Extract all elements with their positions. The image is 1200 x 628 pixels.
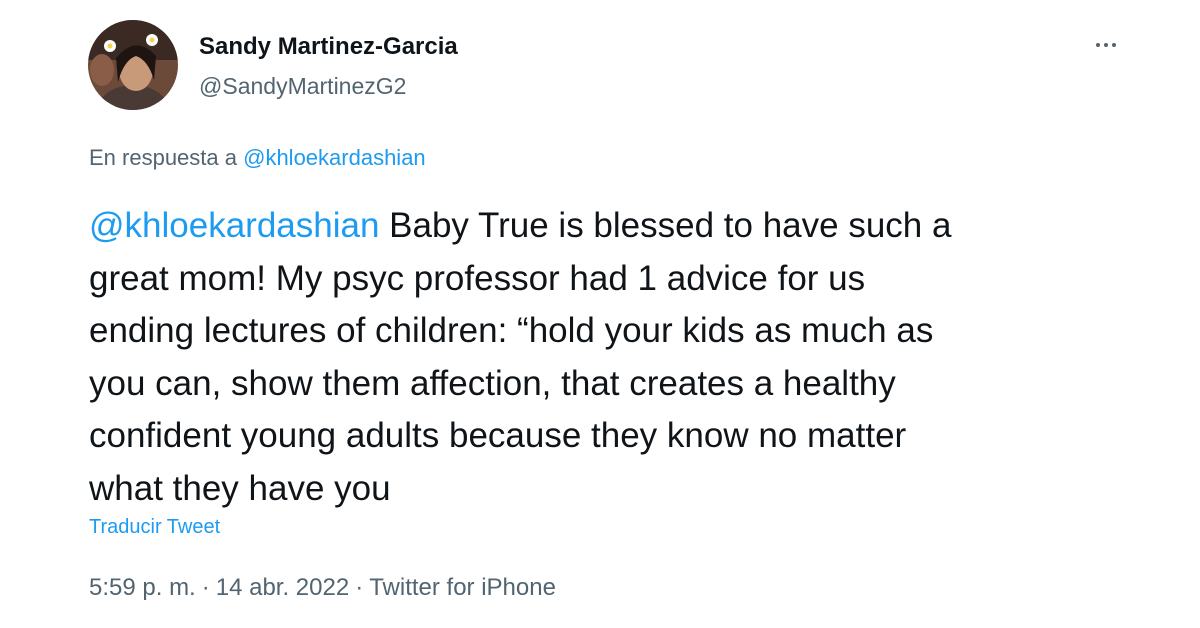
reply-context-prefix: En respuesta a	[89, 145, 244, 170]
reply-context: En respuesta a @khloekardashian	[89, 145, 426, 171]
more-options-button[interactable]	[1086, 30, 1126, 60]
profile-photo-icon	[88, 20, 178, 110]
author-display-name[interactable]: Sandy Martinez-Garcia	[199, 33, 458, 61]
tweet-metadata: 5:59 p. m. · 14 abr. 2022 · Twitter for iPho…	[89, 574, 556, 602]
reply-mention-link[interactable]: @khloekardashian	[243, 145, 426, 170]
avatar[interactable]	[88, 20, 178, 110]
tweet-line: @khloekardashian Baby True is blessed to…	[89, 200, 1149, 253]
tweet-card: Sandy Martinez-Garcia @SandyMartinezG2 E…	[0, 0, 1200, 628]
more-options-icon	[1094, 43, 1118, 47]
meta-separator: ·	[355, 574, 364, 601]
meta-separator: ·	[201, 574, 210, 601]
tweet-time[interactable]: 5:59 p. m.	[89, 574, 196, 601]
tweet-line: you can, show them affection, that creat…	[89, 363, 896, 403]
tweet-date[interactable]: 14 abr. 2022	[216, 574, 349, 601]
tweet-line: what they have you	[89, 468, 391, 508]
author-handle[interactable]: @SandyMartinezG2	[199, 73, 406, 100]
translate-tweet-link[interactable]: Traducir Tweet	[89, 516, 220, 539]
tweet-text: @khloekardashian Baby True is blessed to…	[89, 200, 1149, 515]
tweet-source-link[interactable]: Twitter for iPhone	[369, 574, 556, 601]
tweet-line-text: Baby True is blessed to have such a	[379, 206, 952, 245]
tweet-mention-link[interactable]: @khloekardashian	[89, 206, 379, 245]
tweet-line: great mom! My psyc professor had 1 advic…	[89, 258, 866, 298]
tweet-line: ending lectures of children: “hold your …	[89, 311, 934, 350]
tweet-line: confident young adults because they know…	[89, 416, 907, 455]
